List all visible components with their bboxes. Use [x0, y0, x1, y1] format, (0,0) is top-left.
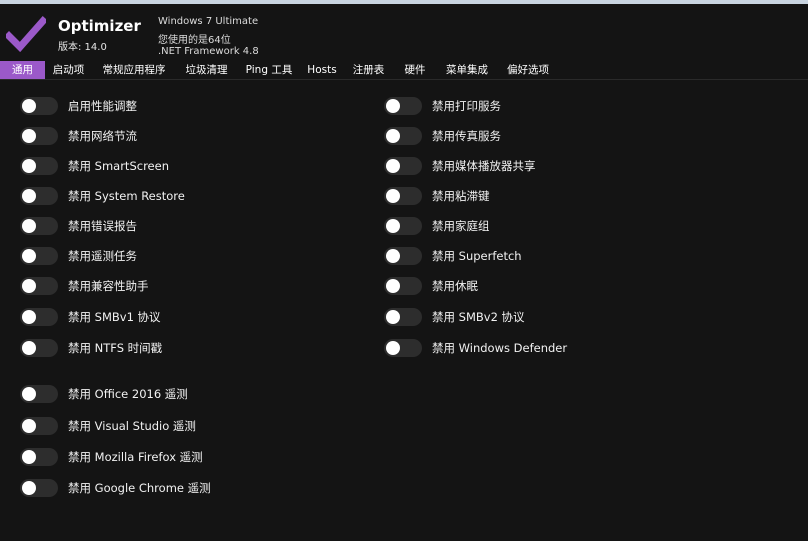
arch-info: 您使用的是64位 [158, 35, 231, 46]
toggle-knob [386, 310, 400, 324]
toggle-switch[interactable] [20, 127, 58, 145]
framework-info: .NET Framework 4.8 [158, 46, 259, 57]
option-label: 禁用 Windows Defender [432, 341, 568, 355]
toggle-switch[interactable] [20, 217, 58, 235]
toggle-knob [22, 419, 36, 433]
option-label: 禁用休眠 [432, 279, 478, 293]
checkmark-logo-icon [6, 16, 46, 52]
toggle-knob [386, 249, 400, 263]
option-label: 禁用粘滞键 [432, 189, 490, 203]
toggle-switch[interactable] [384, 157, 422, 175]
toggle-switch[interactable] [384, 247, 422, 265]
option-label: 禁用 SMBv1 协议 [68, 310, 161, 324]
toggle-switch[interactable] [20, 247, 58, 265]
app-header: Optimizer 版本: 14.0 Windows 7 Ultimate 您使… [0, 4, 808, 60]
option-label: 启用性能调整 [68, 99, 137, 113]
option-label: 禁用 Superfetch [432, 249, 522, 263]
toggle-knob [22, 249, 36, 263]
option-label: 禁用 SMBv2 协议 [432, 310, 525, 324]
toggle-switch[interactable] [20, 417, 58, 435]
toggle-knob [22, 341, 36, 355]
toggle-switch[interactable] [384, 187, 422, 205]
toggle-knob [386, 99, 400, 113]
toggle-switch[interactable] [384, 127, 422, 145]
tab-startup[interactable]: 启动项 [45, 61, 92, 79]
toggle-switch[interactable] [20, 339, 58, 357]
tab-junk-cleaner[interactable]: 垃圾清理 [176, 61, 237, 79]
toggle-knob [22, 159, 36, 173]
option-label: 禁用 Mozilla Firefox 遥测 [68, 450, 203, 464]
tab-ping-tool[interactable]: Ping 工具 [237, 61, 301, 79]
toggle-switch[interactable] [384, 277, 422, 295]
toggle-switch[interactable] [20, 157, 58, 175]
toggle-switch[interactable] [20, 308, 58, 326]
toggle-knob [22, 450, 36, 464]
option-label: 禁用 System Restore [68, 189, 185, 203]
option-label: 禁用 Visual Studio 遥测 [68, 419, 196, 433]
toggle-knob [22, 310, 36, 324]
toggle-switch[interactable] [384, 308, 422, 326]
tab-general[interactable]: 通用 [0, 61, 45, 79]
option-label: 禁用家庭组 [432, 219, 490, 233]
toggle-knob [22, 387, 36, 401]
toggle-switch[interactable] [20, 277, 58, 295]
option-label: 禁用网络节流 [68, 129, 137, 143]
toggle-knob [386, 341, 400, 355]
option-label: 禁用媒体播放器共享 [432, 159, 536, 173]
toggle-switch[interactable] [20, 448, 58, 466]
toggle-knob [386, 189, 400, 203]
app-version: 版本: 14.0 [58, 42, 107, 53]
toggle-knob [22, 129, 36, 143]
tab-menu-integration[interactable]: 菜单集成 [436, 61, 498, 79]
option-label: 禁用 NTFS 时间戳 [68, 341, 163, 355]
option-label: 禁用 Google Chrome 遥测 [68, 481, 211, 495]
toggle-switch[interactable] [20, 385, 58, 403]
tab-bar: 通用 启动项 常规应用程序 垃圾清理 Ping 工具 Hosts 注册表 硬件 … [0, 61, 808, 80]
tab-common-apps[interactable]: 常规应用程序 [92, 61, 176, 79]
tab-hardware[interactable]: 硬件 [394, 61, 436, 79]
tab-hosts[interactable]: Hosts [301, 61, 343, 79]
option-label: 禁用兼容性助手 [68, 279, 149, 293]
tab-registry[interactable]: 注册表 [343, 61, 394, 79]
toggle-knob [386, 279, 400, 293]
option-label: 禁用 Office 2016 遥测 [68, 387, 188, 401]
toggle-knob [386, 219, 400, 233]
toggle-switch[interactable] [384, 97, 422, 115]
toggle-switch[interactable] [384, 339, 422, 357]
toggle-switch[interactable] [20, 97, 58, 115]
toggle-knob [22, 481, 36, 495]
toggle-switch[interactable] [20, 479, 58, 497]
toggle-knob [22, 279, 36, 293]
option-label: 禁用 SmartScreen [68, 159, 169, 173]
toggle-knob [22, 189, 36, 203]
toggle-knob [22, 99, 36, 113]
app-title: Optimizer [58, 17, 141, 35]
option-label: 禁用打印服务 [432, 99, 501, 113]
tab-preferences[interactable]: 偏好选项 [498, 61, 558, 79]
option-label: 禁用错误报告 [68, 219, 137, 233]
toggle-knob [386, 129, 400, 143]
toggle-knob [386, 159, 400, 173]
os-info: Windows 7 Ultimate [158, 16, 259, 27]
toggle-switch[interactable] [384, 217, 422, 235]
option-label: 禁用遥测任务 [68, 249, 137, 263]
toggle-switch[interactable] [20, 187, 58, 205]
toggle-knob [22, 219, 36, 233]
option-label: 禁用传真服务 [432, 129, 501, 143]
